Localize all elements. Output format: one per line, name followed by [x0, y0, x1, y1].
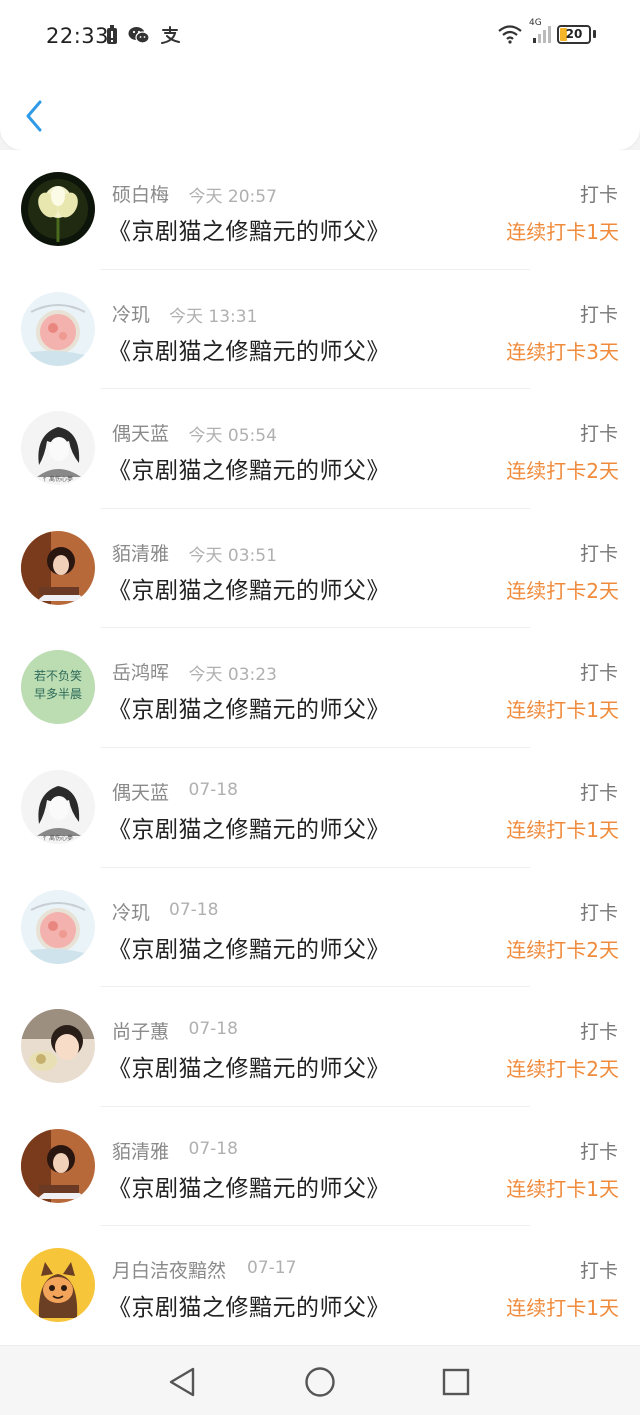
- status-bar: 22:33 4G 20: [0, 0, 640, 76]
- battery-icon: 20: [557, 24, 591, 44]
- status-icons-right: 4G 20: [497, 18, 596, 44]
- checkin-row[interactable]: 月白洁夜黯然 07-17 《京剧猫之修黯元的师父》 打卡连续打卡1天: [0, 1226, 640, 1346]
- checkin-time: 今天 03:51: [188, 545, 277, 566]
- avatar[interactable]: [21, 530, 95, 605]
- home-circle-icon[interactable]: [304, 1366, 336, 1398]
- avatar[interactable]: 忄离伤心夢: [21, 769, 95, 844]
- back-triangle-icon[interactable]: [166, 1366, 198, 1398]
- avatar[interactable]: [21, 1128, 95, 1203]
- checkin-action-label: 打卡: [579, 781, 618, 804]
- streak-label: 连续打卡1天: [506, 817, 619, 842]
- svg-text:若不负笑: 若不负笑: [34, 668, 82, 683]
- checkin-time: 今天 20:57: [188, 187, 277, 207]
- checkin-time: 07-17: [247, 1258, 297, 1279]
- status-icons-left: [106, 25, 180, 45]
- avatar[interactable]: [21, 291, 95, 366]
- user-name[interactable]: 冷玑: [112, 300, 150, 327]
- svg-text:早多半晨: 早多半晨: [34, 687, 82, 701]
- streak-label: 连续打卡2天: [506, 459, 619, 484]
- avatar[interactable]: 忄离伤心夢: [21, 411, 95, 486]
- checkin-time: 今天 05:54: [188, 426, 277, 447]
- checkin-action-label: 打卡: [579, 1260, 618, 1283]
- system-nav-bar: [0, 1345, 640, 1415]
- checkin-time: 今天 13:31: [169, 306, 258, 327]
- checkin-action-label: 打卡: [579, 303, 618, 326]
- streak-label: 连续打卡1天: [506, 220, 619, 244]
- avatar[interactable]: 若不负笑 早多半晨: [21, 650, 95, 725]
- checkin-row[interactable]: 冷玑 今天 13:31 《京剧猫之修黯元的师父》 打卡连续打卡3天: [0, 270, 640, 390]
- battery-saver-icon: [107, 25, 117, 44]
- streak-label: 连续打卡2天: [506, 1057, 619, 1082]
- alipay-icon: [161, 26, 180, 44]
- streak-label: 连续打卡1天: [506, 1176, 619, 1201]
- streak-label: 连续打卡1天: [506, 698, 619, 723]
- book-title[interactable]: 《京剧猫之修黯元的师父》: [108, 810, 390, 844]
- user-name[interactable]: 月白洁夜黯然: [112, 1256, 226, 1283]
- checkin-row[interactable]: 貊清雅 07-18 《京剧猫之修黯元的师父》 打卡连续打卡1天: [0, 1107, 640, 1227]
- checkin-row[interactable]: 貊清雅 今天 03:51 《京剧猫之修黯元的师父》 打卡连续打卡2天: [0, 509, 640, 629]
- battery-level: 20: [565, 26, 583, 41]
- avatar[interactable]: [21, 172, 95, 246]
- book-title[interactable]: 《京剧猫之修黯元的师父》: [108, 451, 390, 485]
- chevron-left-icon[interactable]: [20, 96, 52, 136]
- checkin-time: 07-18: [169, 899, 219, 920]
- svg-text:忄离伤心夢: 忄离伤心夢: [43, 834, 73, 842]
- streak-label: 连续打卡3天: [506, 339, 619, 364]
- checkin-row[interactable]: 若不负笑 早多半晨 岳鸿晖 今天 03:23 《京剧猫之修黯元的师父》 打卡 连续打卡1天: [0, 628, 640, 748]
- avatar[interactable]: [21, 889, 95, 964]
- checkin-action-label: 打卡: [579, 662, 618, 685]
- checkin-action-label: 打卡: [579, 184, 618, 206]
- user-name[interactable]: 尚子蕙: [112, 1017, 169, 1044]
- user-name[interactable]: 岳鸿晖: [112, 658, 169, 685]
- book-title[interactable]: 《京剧猫之修黯元的师父》: [108, 571, 390, 605]
- book-title[interactable]: 《京剧猫之修黯元的师父》: [108, 930, 390, 964]
- book-title[interactable]: 《京剧猫之修黯元的师父》: [108, 1169, 390, 1203]
- streak-label: 连续打卡2天: [506, 578, 619, 603]
- user-name[interactable]: 偶天蓝: [112, 419, 169, 446]
- checkin-row[interactable]: 忄离伤心夢 偶天蓝 07-18 《京剧猫之修黯元的师父》 打卡连续打卡1天: [0, 748, 640, 868]
- avatar[interactable]: [21, 1248, 95, 1323]
- user-name[interactable]: 冷玑: [112, 898, 150, 925]
- checkin-action-label: 打卡: [579, 423, 618, 446]
- battery-tip: [593, 30, 596, 38]
- user-name[interactable]: 貊清雅: [112, 539, 169, 566]
- svg-text:忄离伤心夢: 忄离伤心夢: [43, 475, 73, 483]
- cellular-signal-icon: 4G: [529, 18, 551, 44]
- status-time: 22:33: [46, 24, 110, 48]
- streak-label: 连续打卡2天: [506, 937, 619, 962]
- checkin-row[interactable]: 尚子蕙 07-18 《京剧猫之修黯元的师父》 打卡连续打卡2天: [0, 987, 640, 1107]
- streak-label: 连续打卡1天: [506, 1296, 619, 1321]
- avatar[interactable]: [21, 1009, 95, 1084]
- user-name[interactable]: 硕白梅: [112, 180, 169, 207]
- book-title[interactable]: 《京剧猫之修黯元的师父》: [108, 1288, 390, 1322]
- checkin-action-label: 打卡: [579, 1021, 618, 1044]
- book-title[interactable]: 《京剧猫之修黯元的师父》: [108, 1049, 390, 1083]
- checkin-row[interactable]: 冷玑 07-18 《京剧猫之修黯元的师父》 打卡连续打卡2天: [0, 868, 640, 988]
- checkin-action-label: 打卡: [579, 542, 618, 565]
- header-card: 22:33 4G 20: [0, 0, 640, 150]
- book-title[interactable]: 《京剧猫之修黯元的师父》: [108, 332, 390, 366]
- checkin-row[interactable]: 忄离伤心夢 偶天蓝 今天 05:54 《京剧猫之修黯元的师父》 打卡连续打卡2天: [0, 389, 640, 509]
- checkin-action-label: 打卡: [579, 1140, 618, 1163]
- user-name[interactable]: 貊清雅: [112, 1137, 169, 1164]
- book-title[interactable]: 《京剧猫之修黯元的师父》: [108, 690, 390, 724]
- checkin-time: 07-18: [188, 1138, 238, 1159]
- wifi-icon: [498, 25, 522, 44]
- checkin-row[interactable]: 硕白梅 今天 20:57 《京剧猫之修黯元的师父》 打卡连续打卡1天: [0, 150, 640, 270]
- checkin-time: 07-18: [188, 779, 238, 800]
- book-title[interactable]: 《京剧猫之修黯元的师父》: [108, 212, 390, 246]
- user-name[interactable]: 偶天蓝: [112, 778, 169, 805]
- checkin-time: 07-18: [188, 1019, 238, 1040]
- screen: 22:33 4G 20 硕白梅 今天 20:57 《京剧猫之修黯元的师父》 打卡…: [0, 0, 640, 1415]
- recents-square-icon[interactable]: [440, 1366, 472, 1398]
- checkin-list: 硕白梅 今天 20:57 《京剧猫之修黯元的师父》 打卡 连续打卡1天 冷玑 今天 13:3…: [0, 150, 640, 1346]
- wechat-icon: [128, 27, 150, 44]
- checkin-time: 今天 03:23: [188, 665, 277, 686]
- checkin-action-label: 打卡: [579, 901, 618, 924]
